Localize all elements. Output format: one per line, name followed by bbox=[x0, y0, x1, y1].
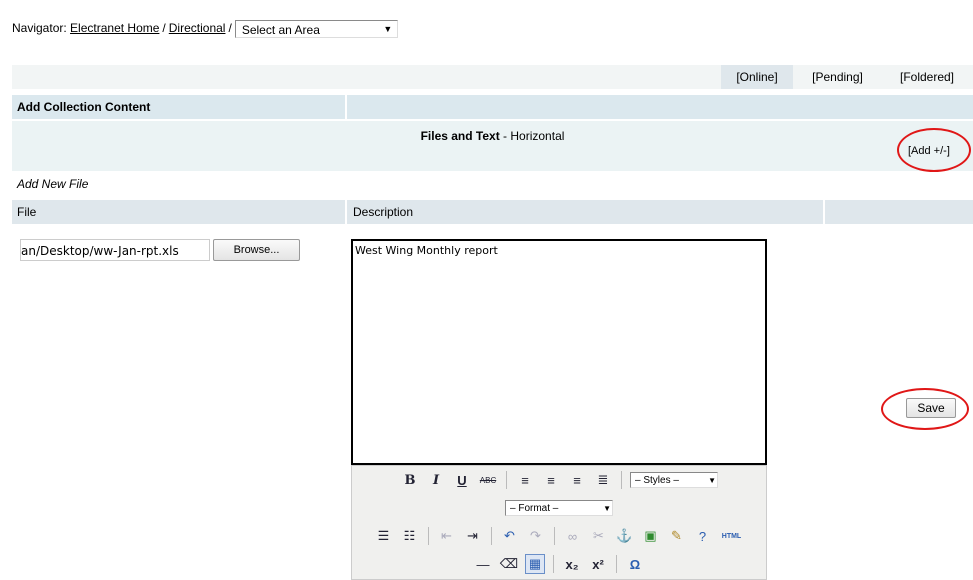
unlink-icon[interactable]: ✂ bbox=[589, 526, 609, 546]
divider bbox=[506, 471, 507, 489]
redo-icon[interactable]: ↷ bbox=[526, 526, 546, 546]
divider bbox=[553, 555, 554, 573]
divider bbox=[490, 527, 492, 545]
directional-link[interactable]: Directional bbox=[169, 21, 226, 35]
undo-icon[interactable]: ↶ bbox=[500, 526, 520, 546]
divider bbox=[345, 200, 347, 224]
bold-icon[interactable]: B bbox=[400, 470, 420, 490]
align-left-icon[interactable]: ≡ bbox=[515, 470, 535, 490]
section-title: Files and Text - Horizontal bbox=[12, 129, 973, 143]
column-header-row: File Description bbox=[12, 200, 973, 224]
divider bbox=[616, 555, 617, 573]
browse-button[interactable]: Browse... bbox=[213, 239, 300, 261]
horizontal-rule-icon[interactable]: — bbox=[473, 554, 493, 574]
strikethrough-icon[interactable]: ABC bbox=[478, 470, 498, 490]
special-character-icon[interactable]: Ω bbox=[625, 554, 645, 574]
section-header: Files and Text - Horizontal bbox=[12, 121, 973, 171]
cleanup-icon[interactable]: ✎ bbox=[667, 526, 687, 546]
superscript-icon[interactable]: x² bbox=[588, 554, 608, 574]
anchor-icon[interactable]: ⚓ bbox=[615, 526, 635, 546]
area-select[interactable]: Select an Area ▼ bbox=[234, 19, 398, 38]
indent-icon[interactable]: ⇥ bbox=[463, 526, 483, 546]
divider bbox=[553, 527, 555, 545]
numbered-list-icon[interactable]: ☷ bbox=[400, 526, 420, 546]
editor-toolbar: B I U ABC ≡ ≡ ≡ ≣ – Styles – ▼ – Format –… bbox=[351, 465, 767, 580]
navigator-bar: Navigator: Electranet Home / Directional / S… bbox=[12, 18, 398, 38]
format-select-value: – Format – bbox=[510, 503, 559, 514]
subscript-icon[interactable]: x₂ bbox=[562, 554, 582, 574]
underline-icon[interactable]: U bbox=[452, 470, 472, 490]
format-select[interactable]: – Format – ▼ bbox=[505, 500, 613, 516]
chevron-down-icon: ▼ bbox=[708, 476, 716, 485]
tab-pending[interactable]: [Pending] bbox=[799, 65, 876, 89]
chevron-down-icon: ▼ bbox=[383, 23, 393, 34]
divider bbox=[823, 200, 825, 224]
table-icon[interactable]: ▦ bbox=[525, 554, 545, 574]
breadcrumb-separator: / bbox=[228, 21, 232, 35]
area-select-value: Select an Area bbox=[241, 22, 320, 37]
annotation-circle bbox=[881, 388, 969, 430]
column-description: Description bbox=[353, 205, 414, 219]
divider bbox=[345, 95, 347, 119]
section-title-rest: - Horizontal bbox=[499, 129, 565, 143]
annotation-circle bbox=[897, 128, 971, 172]
add-new-file-label: Add New File bbox=[17, 177, 89, 191]
column-file: File bbox=[17, 205, 37, 219]
link-icon[interactable]: ∞ bbox=[563, 526, 583, 546]
section-title-bold: Files and Text bbox=[420, 129, 500, 143]
navigator-label: Navigator: bbox=[12, 21, 67, 35]
file-path-input[interactable]: an/Desktop/ww-Jan-rpt.xls bbox=[20, 239, 210, 261]
electranet-home-link[interactable]: Electranet Home bbox=[70, 21, 159, 35]
description-textarea[interactable]: West Wing Monthly report bbox=[351, 239, 767, 465]
tab-foldered[interactable]: [Foldered] bbox=[885, 65, 969, 89]
divider bbox=[621, 471, 622, 489]
align-center-icon[interactable]: ≡ bbox=[541, 470, 561, 490]
outdent-icon[interactable]: ⇤ bbox=[437, 526, 457, 546]
eraser-icon[interactable]: ⌫ bbox=[499, 554, 519, 574]
styles-select-value: – Styles – bbox=[635, 475, 679, 486]
chevron-down-icon: ▼ bbox=[603, 504, 611, 513]
image-icon[interactable]: ▣ bbox=[641, 526, 661, 546]
styles-select[interactable]: – Styles – ▼ bbox=[630, 472, 718, 488]
tab-online[interactable]: [Online] bbox=[721, 65, 793, 89]
italic-icon[interactable]: I bbox=[426, 470, 446, 490]
align-right-icon[interactable]: ≡ bbox=[567, 470, 587, 490]
html-source-icon[interactable]: HTML bbox=[719, 526, 745, 546]
bullet-list-icon[interactable]: ☰ bbox=[374, 526, 394, 546]
page-title: Add Collection Content bbox=[17, 100, 151, 114]
align-justify-icon[interactable]: ≣ bbox=[593, 470, 613, 490]
breadcrumb-separator: / bbox=[162, 21, 166, 35]
help-icon[interactable]: ? bbox=[693, 526, 713, 546]
divider bbox=[427, 527, 429, 545]
collection-header: Add Collection Content bbox=[12, 95, 973, 119]
